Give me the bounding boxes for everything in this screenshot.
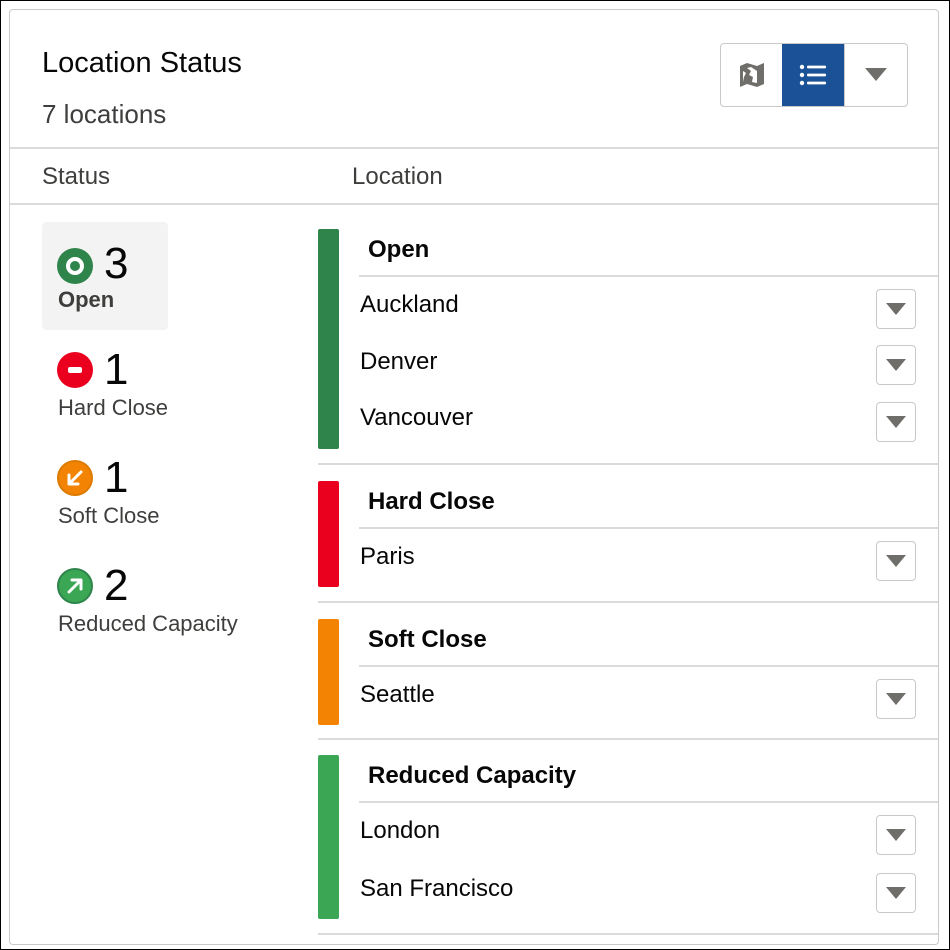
location-name: San Francisco bbox=[360, 875, 514, 902]
location-actions-button[interactable] bbox=[876, 873, 916, 913]
status-color-bar bbox=[318, 755, 339, 919]
location-group-hard-close: Hard Close Paris bbox=[318, 481, 938, 603]
chevron-down-icon bbox=[865, 68, 887, 81]
location-group-open: Open Auckland Denver Vancouver bbox=[318, 229, 938, 465]
arrow-up-right-icon bbox=[57, 568, 93, 604]
location-name: Vancouver bbox=[360, 404, 473, 431]
group-title-divider bbox=[359, 801, 938, 803]
group-title: Hard Close bbox=[368, 488, 495, 515]
arrow-down-left-glyph bbox=[67, 470, 83, 486]
status-filter-soft-close[interactable]: 1 Soft Close bbox=[42, 440, 168, 536]
chevron-down-icon bbox=[886, 303, 906, 315]
group-title: Soft Close bbox=[368, 626, 487, 653]
location-actions-button[interactable] bbox=[876, 345, 916, 385]
status-count: 1 bbox=[104, 453, 129, 502]
status-color-bar bbox=[318, 229, 339, 449]
status-label: Hard Close bbox=[58, 395, 169, 420]
location-name: Auckland bbox=[360, 291, 459, 318]
group-divider bbox=[318, 738, 938, 740]
group-divider bbox=[318, 601, 938, 603]
header-divider bbox=[10, 147, 938, 149]
minus-circle-icon bbox=[57, 352, 93, 388]
list-icon bbox=[799, 64, 826, 86]
group-title: Open bbox=[368, 236, 430, 263]
location-group-reduced-capacity: Reduced Capacity London San Francisco bbox=[318, 755, 938, 937]
chevron-down-icon bbox=[886, 693, 906, 705]
map-view-button[interactable] bbox=[721, 44, 782, 106]
location-actions-button[interactable] bbox=[876, 402, 916, 442]
location-name: Seattle bbox=[360, 681, 435, 708]
location-name: London bbox=[360, 817, 441, 844]
status-count: 2 bbox=[104, 561, 129, 610]
status-filter-hard-close[interactable]: 1 Hard Close bbox=[42, 332, 168, 428]
view-toggle-group bbox=[720, 43, 908, 107]
chevron-down-icon bbox=[886, 887, 906, 899]
chevron-down-icon bbox=[886, 416, 906, 428]
arrow-up-right-glyph bbox=[67, 578, 83, 594]
status-label: Reduced Capacity bbox=[58, 611, 238, 636]
location-actions-button[interactable] bbox=[876, 541, 916, 581]
screenshot-frame: Location Status 7 locations Status Locat… bbox=[0, 0, 950, 950]
status-label: Soft Close bbox=[58, 503, 160, 528]
location-actions-button[interactable] bbox=[876, 289, 916, 329]
chevron-down-icon bbox=[886, 555, 906, 567]
arrow-down-left-icon bbox=[57, 460, 93, 496]
column-header-divider bbox=[10, 203, 938, 205]
card-title: Location Status bbox=[42, 47, 242, 79]
location-actions-button[interactable] bbox=[876, 815, 916, 855]
status-color-bar bbox=[318, 481, 339, 587]
status-column-header: Status bbox=[42, 163, 111, 190]
chevron-down-icon bbox=[886, 359, 906, 371]
list-view-button[interactable] bbox=[782, 44, 844, 106]
group-title: Reduced Capacity bbox=[368, 762, 577, 789]
group-divider bbox=[318, 463, 938, 465]
status-count: 1 bbox=[104, 345, 129, 394]
location-status-card: Location Status 7 locations Status Locat… bbox=[9, 9, 939, 945]
location-actions-button[interactable] bbox=[876, 679, 916, 719]
location-count: 7 locations bbox=[42, 99, 167, 129]
location-name: Paris bbox=[360, 543, 415, 570]
status-filter-reduced-capacity[interactable]: 2 Reduced Capacity bbox=[42, 548, 238, 644]
status-color-bar bbox=[318, 619, 339, 725]
status-label: Open bbox=[58, 287, 115, 312]
chevron-down-icon bbox=[886, 829, 906, 841]
group-title-divider bbox=[359, 665, 938, 667]
location-column-header: Location bbox=[352, 163, 443, 190]
location-name: Denver bbox=[360, 348, 438, 375]
location-group-soft-close: Soft Close Seattle bbox=[318, 619, 938, 741]
status-count: 3 bbox=[104, 239, 129, 288]
status-filter-open[interactable]: 3 Open bbox=[42, 222, 168, 330]
more-options-button[interactable] bbox=[844, 44, 907, 106]
group-title-divider bbox=[359, 275, 938, 277]
circle-dot-icon bbox=[57, 248, 93, 284]
map-icon bbox=[739, 63, 764, 87]
group-divider bbox=[318, 933, 938, 935]
group-title-divider bbox=[359, 527, 938, 529]
